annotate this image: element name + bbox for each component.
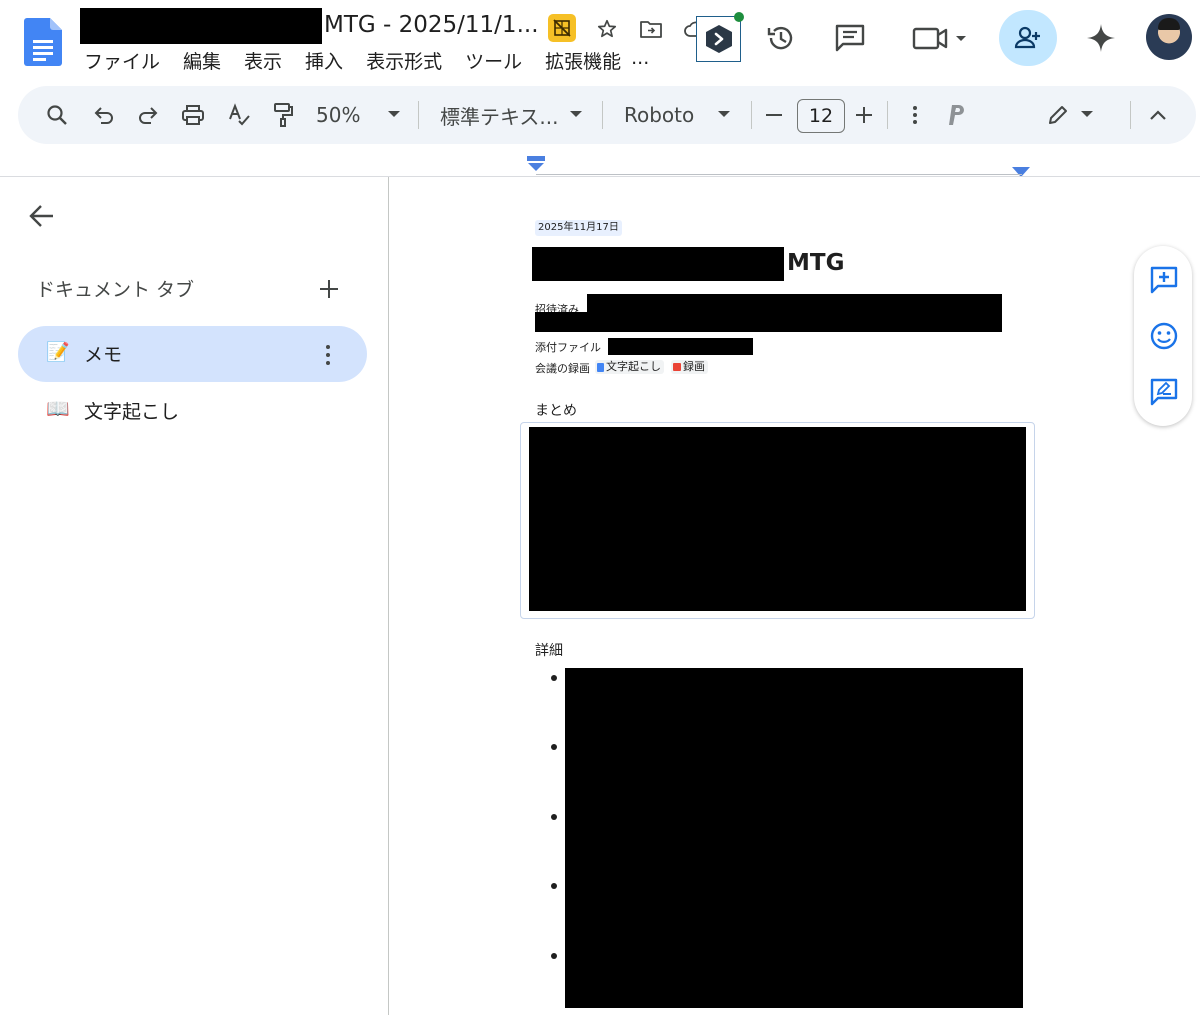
spellcheck-icon[interactable]	[224, 86, 254, 144]
redo-icon[interactable]	[134, 86, 162, 144]
decrease-font-size-icon[interactable]	[762, 86, 786, 144]
tab-transcript-label: 文字起こし	[84, 401, 180, 423]
tab-memo-label: メモ	[84, 344, 123, 366]
details-heading: 詳細	[535, 643, 563, 659]
menu-extensions[interactable]: 拡張機能	[545, 47, 621, 74]
extension-status-dot	[734, 12, 744, 22]
list-bullet	[551, 675, 557, 681]
date-chip[interactable]: 2025年11月17日	[535, 220, 622, 236]
title-redacted-block	[532, 247, 784, 281]
attachment-label: 添付ファイル	[535, 341, 601, 354]
toolbar-separator	[418, 101, 419, 129]
share-button[interactable]	[999, 10, 1057, 66]
meet-button-icon[interactable]	[910, 22, 966, 54]
document-title[interactable]: MTG - 2025/11/1...	[324, 12, 539, 38]
invitees-redacted-block	[535, 312, 1002, 332]
list-bullet	[551, 883, 557, 889]
toolbar-divider	[0, 176, 1200, 177]
font-dropdown-icon[interactable]	[714, 86, 734, 144]
font-family-select[interactable]: Roboto	[624, 86, 706, 144]
doc-file-icon	[597, 362, 604, 372]
toolbar-separator	[602, 101, 603, 129]
paragraph-style-value: 標準テキス...	[440, 104, 559, 129]
version-history-icon[interactable]	[764, 21, 798, 55]
menu-insert[interactable]: 挿入	[305, 47, 343, 74]
editing-mode-pencil-icon[interactable]	[1044, 86, 1072, 144]
summary-heading: まとめ	[535, 403, 577, 419]
toolbar-separator	[751, 101, 752, 129]
back-arrow-icon[interactable]	[28, 202, 58, 232]
menu-tools[interactable]: ツール	[465, 47, 522, 74]
title-redacted-block	[80, 8, 322, 44]
attachment-redacted-block	[608, 338, 753, 355]
toolbar-separator	[1130, 101, 1131, 129]
transcript-chip-label: 文字起こし	[606, 360, 661, 373]
list-bullet	[551, 953, 557, 959]
add-tab-icon[interactable]	[314, 274, 344, 304]
document-heading: MTG	[787, 250, 845, 276]
gemini-sparkle-icon[interactable]	[1085, 22, 1117, 54]
invitees-redacted-block	[587, 294, 1002, 313]
zoom-value: 50%	[316, 103, 361, 127]
list-bullet	[551, 744, 557, 750]
paint-format-icon[interactable]	[268, 86, 298, 144]
ruler-right-margin-icon[interactable]	[1012, 163, 1030, 182]
recording-chip-label: 録画	[683, 360, 705, 373]
zoom-select[interactable]: 50%	[316, 86, 364, 144]
star-icon[interactable]	[594, 16, 620, 42]
add-person-icon	[1014, 26, 1040, 49]
menu-file[interactable]: ファイル	[84, 47, 160, 74]
menu-bar: ファイル 編集 表示 挿入 表示形式 ツール 拡張機能 ...	[84, 47, 672, 74]
extension-icon[interactable]	[696, 16, 741, 62]
floating-actions-panel	[1134, 246, 1192, 426]
more-options-icon[interactable]	[904, 86, 926, 144]
docs-logo-icon[interactable]	[24, 18, 62, 66]
summary-redacted-block	[529, 427, 1026, 611]
style-dropdown-icon[interactable]	[566, 86, 586, 144]
recording-file-chip[interactable]: 録画	[671, 360, 708, 374]
details-redacted-block	[565, 668, 1023, 1008]
tab-transcript[interactable]	[18, 386, 367, 434]
paragraph-style-select[interactable]: 標準テキス...	[440, 86, 558, 144]
zoom-dropdown-icon[interactable]	[384, 86, 404, 144]
tab-more-options-icon[interactable]	[318, 340, 338, 370]
toolbar-separator	[887, 101, 888, 129]
menu-view[interactable]: 表示	[244, 47, 282, 74]
video-file-icon	[673, 363, 681, 371]
add-comment-icon[interactable]	[1148, 264, 1180, 296]
search-menus-icon[interactable]	[42, 86, 72, 144]
app-header: MTG - 2025/11/1... ファイル 編集 表示 挿入 表示形式 ツー…	[0, 0, 1200, 84]
sidebar-divider	[388, 177, 389, 1015]
undo-icon[interactable]	[90, 86, 118, 144]
increase-font-size-icon[interactable]	[852, 86, 876, 144]
transcript-file-chip[interactable]: 文字起こし	[595, 360, 664, 374]
font-family-value: Roboto	[624, 103, 695, 127]
no-format-icon[interactable]	[548, 14, 576, 42]
font-size-input[interactable]: 12	[797, 99, 845, 133]
menu-edit[interactable]: 編集	[183, 47, 221, 74]
formatting-toolbar: 50% 標準テキス... Roboto	[18, 86, 1196, 144]
user-avatar[interactable]	[1146, 14, 1192, 60]
collapse-menus-chevron-icon[interactable]	[1146, 86, 1170, 144]
book-emoji-icon: 📖	[46, 398, 70, 420]
document-tabs-title: ドキュメント タブ	[36, 279, 195, 301]
menu-format[interactable]: 表示形式	[366, 47, 442, 74]
memo-emoji-icon: 📝	[46, 341, 70, 363]
add-emoji-reaction-icon[interactable]	[1148, 320, 1180, 352]
suggest-edits-icon[interactable]	[1148, 376, 1180, 408]
ruler	[536, 174, 1022, 175]
print-icon[interactable]	[178, 86, 208, 144]
comments-icon[interactable]	[833, 22, 867, 54]
list-bullet	[551, 814, 557, 820]
editing-mode-dropdown-icon[interactable]	[1078, 86, 1096, 144]
tab-memo[interactable]	[18, 326, 367, 382]
recording-label: 会議の録画	[535, 362, 590, 375]
menu-more[interactable]: ...	[631, 47, 649, 74]
paypal-extension-icon[interactable]	[944, 86, 968, 144]
move-folder-icon[interactable]	[638, 16, 664, 42]
